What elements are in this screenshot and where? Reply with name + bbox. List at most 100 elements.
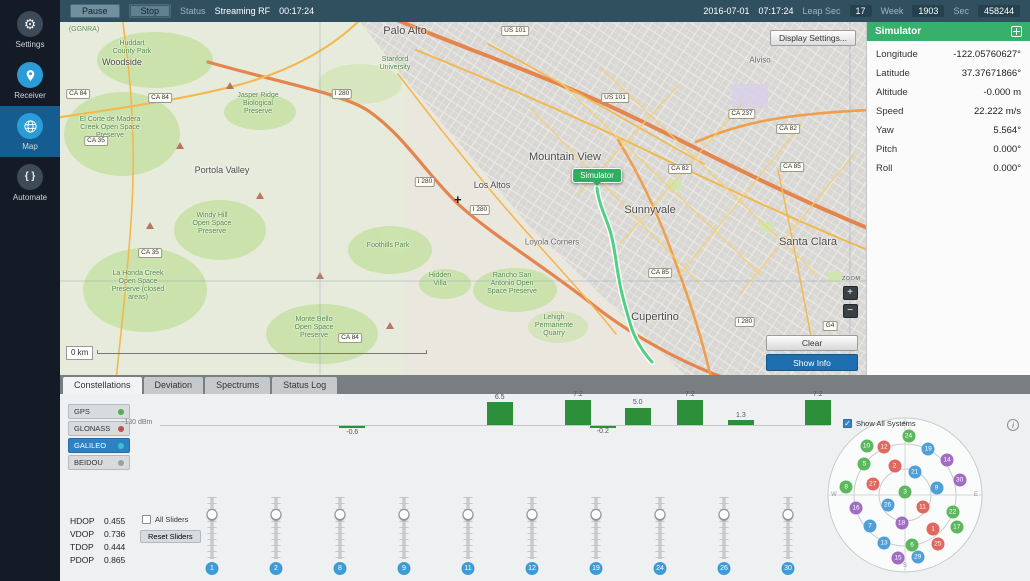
power-slider[interactable]: 12: [520, 497, 544, 575]
pause-button[interactable]: Pause: [70, 4, 120, 18]
skyplot-satellite[interactable]: 18: [895, 517, 908, 530]
slider-thumb[interactable]: [591, 509, 602, 520]
simulator-marker[interactable]: Simulator: [572, 168, 622, 183]
show-all-systems-control: ✓ Show All Systems: [843, 419, 916, 428]
sidebar-item-receiver[interactable]: Receiver: [0, 55, 60, 106]
constellation-gps[interactable]: GPS: [68, 404, 130, 419]
reset-sliders-button[interactable]: Reset Sliders: [140, 530, 201, 543]
skyplot-satellite[interactable]: 29: [911, 550, 924, 563]
clear-button[interactable]: Clear: [766, 335, 858, 351]
all-sliders-checkbox[interactable]: [142, 515, 151, 524]
leap-sec-label: Leap Sec: [803, 6, 841, 16]
dop-row: PDOP0.865: [70, 554, 125, 567]
power-slider[interactable]: 19: [584, 497, 608, 575]
skyplot-satellite[interactable]: 3: [899, 486, 912, 499]
scale-line: [97, 350, 427, 354]
slider-thumb[interactable]: [399, 509, 410, 520]
show-info-button[interactable]: Show Info: [766, 354, 858, 371]
zoom-out-button[interactable]: −: [843, 304, 858, 318]
info-row-value: -122.05760627°: [953, 49, 1021, 60]
dop-label: VDOP: [70, 528, 104, 541]
skyplot-satellite[interactable]: 10: [860, 440, 873, 453]
skyplot-satellite[interactable]: 16: [850, 501, 863, 514]
power-slider[interactable]: 1: [200, 497, 224, 575]
skyplot-satellite[interactable]: 1: [927, 522, 940, 535]
dop-label: PDOP: [70, 554, 104, 567]
info-icon[interactable]: i: [1007, 419, 1019, 431]
tab-constellations[interactable]: Constellations: [63, 377, 142, 394]
app-window: ⚙SettingsReceiverMap{ }Automate Pause St…: [0, 0, 1030, 581]
slider-thumb[interactable]: [719, 509, 730, 520]
slider-satellite-id: 26: [718, 562, 731, 575]
show-all-systems-checkbox[interactable]: ✓: [843, 419, 852, 428]
slider-thumb[interactable]: [463, 509, 474, 520]
power-slider[interactable]: 11: [456, 497, 480, 575]
tab-spectrums[interactable]: Spectrums: [205, 377, 270, 394]
reference-level-label: -130 dBm: [122, 419, 152, 426]
sidebar-item-settings[interactable]: ⚙Settings: [0, 4, 60, 55]
info-row: Roll0.000°: [867, 159, 1030, 178]
move-cursor-icon: +: [454, 192, 462, 207]
scale-label: 0 km: [66, 346, 93, 360]
skyplot-satellite[interactable]: 30: [953, 473, 966, 486]
slider-thumb[interactable]: [655, 509, 666, 520]
info-row-value: -0.000 m: [984, 87, 1022, 98]
dop-label: HDOP: [70, 515, 104, 528]
skyplot-satellite[interactable]: 5: [858, 457, 871, 470]
power-slider[interactable]: 9: [392, 497, 416, 575]
signal-bar[interactable]: [487, 402, 513, 425]
skyplot-satellite[interactable]: 19: [922, 442, 935, 455]
leap-sec-value: 17: [850, 5, 872, 17]
display-settings-button[interactable]: Display Settings...: [770, 30, 856, 46]
signal-bar[interactable]: [565, 400, 591, 425]
slider-thumb[interactable]: [783, 509, 794, 520]
skyplot-satellite[interactable]: 7: [864, 519, 877, 532]
skyplot-satellite[interactable]: 12: [878, 441, 891, 454]
skyplot-satellite[interactable]: 8: [840, 480, 853, 493]
slider-thumb[interactable]: [335, 509, 346, 520]
skyplot-satellite[interactable]: 24: [902, 429, 915, 442]
power-slider[interactable]: 30: [776, 497, 800, 575]
skyplot-satellite[interactable]: 2: [888, 459, 901, 472]
constellation-beidou[interactable]: BEIDOU: [68, 455, 130, 470]
power-slider[interactable]: 8: [328, 497, 352, 575]
slider-thumb[interactable]: [527, 509, 538, 520]
skyplot-satellite[interactable]: 11: [916, 500, 929, 513]
skyplot-satellite[interactable]: 27: [866, 477, 879, 490]
dop-value: 0.736: [104, 528, 125, 541]
cardinal-label: W: [831, 492, 837, 498]
power-slider[interactable]: 26: [712, 497, 736, 575]
detach-icon[interactable]: [1011, 26, 1022, 37]
bottom-panel: ConstellationsDeviationSpectrumsStatus L…: [60, 375, 1030, 581]
skyplot-satellite[interactable]: 26: [881, 498, 894, 511]
slider-thumb[interactable]: [271, 509, 282, 520]
sidebar-item-automate[interactable]: { }Automate: [0, 157, 60, 208]
skyplot-satellite[interactable]: 25: [931, 538, 944, 551]
slider-satellite-id: 30: [782, 562, 795, 575]
week-value: 1903: [912, 5, 944, 17]
constellation-label: GALILEO: [74, 441, 106, 450]
sidebar-item-map[interactable]: Map: [0, 106, 60, 157]
power-slider[interactable]: 2: [264, 497, 288, 575]
skyplot-satellite[interactable]: 22: [946, 505, 959, 518]
zoom-in-button[interactable]: +: [843, 286, 858, 300]
constellation-glonass[interactable]: GLONASS: [68, 421, 130, 436]
content-row: Palo AltoWoodsidePortola ValleyLos Altos…: [60, 22, 1030, 375]
slider-thumb[interactable]: [207, 509, 218, 520]
skyplot-satellite[interactable]: 14: [941, 454, 954, 467]
main-column: Pause Stop Status Streaming RF 00:17:24 …: [60, 0, 1030, 581]
skyplot-satellite[interactable]: 9: [930, 482, 943, 495]
signal-bar[interactable]: [728, 420, 754, 425]
map[interactable]: Palo AltoWoodsidePortola ValleyLos Altos…: [60, 22, 866, 375]
power-slider[interactable]: 24: [648, 497, 672, 575]
signal-bar[interactable]: [677, 400, 703, 425]
tab-deviation[interactable]: Deviation: [144, 377, 204, 394]
constellation-galileo[interactable]: GALILEO: [68, 438, 130, 453]
signal-bar[interactable]: [625, 408, 651, 426]
stop-button[interactable]: Stop: [129, 4, 172, 18]
skyplot-satellite[interactable]: 13: [878, 536, 891, 549]
skyplot-satellite[interactable]: 17: [950, 521, 963, 534]
skyplot-satellite[interactable]: 21: [908, 465, 921, 478]
tab-status-log[interactable]: Status Log: [272, 377, 337, 394]
tabstrip: ConstellationsDeviationSpectrumsStatus L…: [60, 375, 1030, 394]
